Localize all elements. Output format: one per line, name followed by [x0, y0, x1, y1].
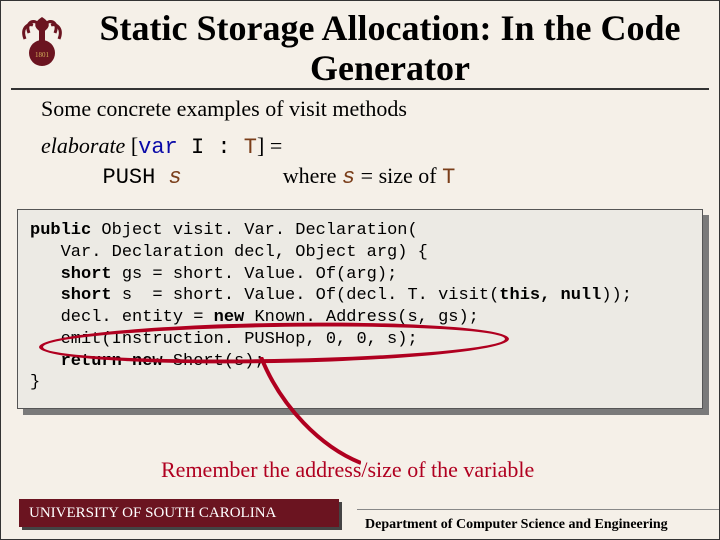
svg-text:1801: 1801 [35, 51, 50, 59]
elaborate-rule: elaborate [var I : T] = PUSH s where s =… [1, 132, 719, 191]
slide-title: Static Storage Allocation: In the Code G… [11, 1, 709, 90]
push-arg: s [169, 165, 182, 190]
code-block: public Object visit. Var. Declaration( V… [17, 209, 703, 409]
slide-subtitle: Some concrete examples of visit methods [1, 90, 719, 132]
where-mid: = size of [355, 163, 442, 188]
elaborate-label: elaborate [41, 133, 125, 158]
push-op: PUSH [103, 165, 169, 190]
type-t: T [244, 135, 257, 160]
var-keyword: var [138, 135, 178, 160]
where-type: T [442, 165, 455, 190]
where-var: s [342, 165, 355, 190]
annotation-text: Remember the address/size of the variabl… [161, 457, 534, 483]
footer-university: UNIVERSITY OF SOUTH CAROLINA [19, 499, 339, 527]
footer-department: Department of Computer Science and Engin… [357, 509, 719, 539]
where-prefix: where [283, 163, 342, 188]
code-content: public Object visit. Var. Declaration( V… [17, 209, 703, 409]
footer: UNIVERSITY OF SOUTH CAROLINA Department … [1, 499, 719, 539]
ident-colon: I : [178, 135, 244, 160]
slide: 1801 Static Storage Allocation: In the C… [0, 0, 720, 540]
equals: = [264, 133, 282, 158]
usc-seal-logo: 1801 [15, 13, 69, 67]
seal-icon: 1801 [15, 13, 69, 67]
